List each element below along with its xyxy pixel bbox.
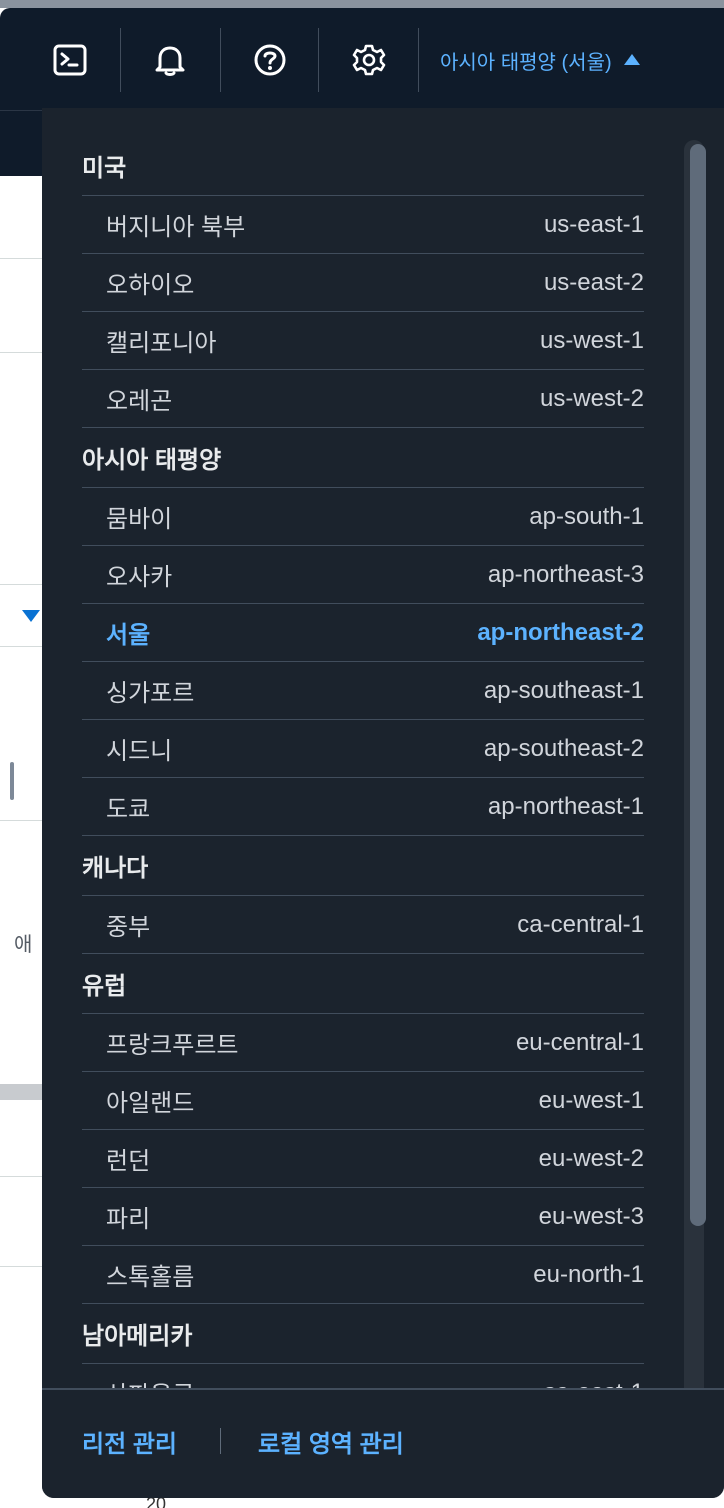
- region-dropdown-menu: 미국버지니아 북부 us-east-1 오하이오 us-east-2 캘리포니아 us-w…: [42, 108, 724, 1498]
- region-group-header: 미국: [82, 136, 644, 196]
- window-top-strip: [0, 0, 724, 8]
- region-name: 서울: [106, 622, 151, 649]
- region-name: 오하이오: [106, 272, 195, 299]
- region-name: 파리: [106, 1206, 151, 1233]
- region-name: 중부: [106, 914, 151, 941]
- region-group-header: 아시아 태평양: [82, 428, 644, 488]
- region-option-eu-central-1[interactable]: 프랑크푸르트 eu-central-1: [82, 1014, 644, 1072]
- region-list: 미국버지니아 북부 us-east-1 오하이오 us-east-2 캘리포니아 us-w…: [82, 136, 644, 1422]
- region-code: eu-central-1: [515, 1028, 644, 1056]
- region-option-ap-southeast-2[interactable]: 시드니 ap-southeast-2: [82, 720, 644, 778]
- region-option-eu-north-1[interactable]: 스톡홀름 eu-north-1: [82, 1246, 644, 1304]
- region-code: eu-north-1: [533, 1260, 644, 1288]
- region-option-us-east-2[interactable]: 오하이오 us-east-2: [82, 254, 644, 312]
- region-name: 싱가포르: [106, 680, 195, 707]
- region-code: us-east-2: [543, 268, 644, 296]
- region-group-header: 캐나다: [82, 836, 644, 896]
- region-option-ap-south-1[interactable]: 뭄바이 ap-south-1: [82, 488, 644, 546]
- region-name: 오레곤: [106, 388, 173, 415]
- region-option-ca-central-1[interactable]: 중부 ca-central-1: [82, 896, 644, 954]
- background-input-edge: [10, 762, 14, 800]
- cloudshell-button[interactable]: [42, 28, 98, 92]
- region-option-us-east-1[interactable]: 버지니아 북부 us-east-1: [82, 196, 644, 254]
- settings-button[interactable]: [341, 28, 397, 92]
- region-menu-footer: 리전 관리 로컬 영역 관리: [42, 1388, 724, 1498]
- region-name: 오사카: [106, 564, 173, 591]
- toolbar-divider: [418, 28, 419, 92]
- region-code: us-east-1: [543, 210, 644, 238]
- region-name: 뭄바이: [106, 506, 173, 533]
- region-option-ap-northeast-1[interactable]: 도쿄 ap-northeast-1: [82, 778, 644, 836]
- region-option-ap-southeast-1[interactable]: 싱가포르 ap-southeast-1: [82, 662, 644, 720]
- region-name: 캘리포니아: [106, 330, 217, 357]
- region-code: eu-west-2: [538, 1144, 644, 1172]
- manage-local-zones-link[interactable]: 로컬 영역 관리: [258, 1424, 404, 1459]
- bell-icon: [155, 46, 185, 76]
- caret-down-icon[interactable]: [22, 610, 40, 622]
- region-code: us-west-2: [539, 384, 644, 412]
- region-group-header: 유럽: [82, 954, 644, 1014]
- region-option-eu-west-3[interactable]: 파리 eu-west-3: [82, 1188, 644, 1246]
- toolbar-divider: [318, 28, 319, 92]
- background-text: 애: [14, 934, 33, 956]
- region-option-us-west-2[interactable]: 오레곤 us-west-2: [82, 370, 644, 428]
- footer-divider: [220, 1428, 221, 1454]
- region-name: 아일랜드: [106, 1090, 195, 1117]
- region-selector-button[interactable]: 아시아 태평양 (서울): [440, 28, 640, 92]
- toolbar-divider: [220, 28, 221, 92]
- region-code: ap-southeast-1: [483, 676, 644, 704]
- region-code: eu-west-3: [538, 1202, 644, 1230]
- caret-up-icon: [623, 53, 640, 65]
- region-option-us-west-1[interactable]: 캘리포니아 us-west-1: [82, 312, 644, 370]
- region-name: 시드니: [106, 738, 173, 765]
- help-button[interactable]: [242, 28, 298, 92]
- region-option-eu-west-2[interactable]: 런던 eu-west-2: [82, 1130, 644, 1188]
- region-code: us-west-1: [539, 326, 644, 354]
- region-code: ap-northeast-1: [487, 792, 644, 820]
- cloudshell-icon: [53, 44, 87, 76]
- region-group-header: 남아메리카: [82, 1304, 644, 1364]
- region-code: eu-west-1: [538, 1086, 644, 1114]
- region-name: 버지니아 북부: [106, 214, 246, 241]
- region-code: ap-southeast-2: [483, 734, 644, 762]
- region-name: 프랑크푸르트: [106, 1032, 239, 1059]
- manage-regions-link[interactable]: 리전 관리: [82, 1424, 177, 1459]
- toolbar-divider: [120, 28, 121, 92]
- region-code: ap-northeast-3: [487, 560, 644, 588]
- region-name: 런던: [106, 1148, 151, 1175]
- region-name: 스톡홀름: [106, 1264, 195, 1291]
- region-option-ap-northeast-3[interactable]: 오사카 ap-northeast-3: [82, 546, 644, 604]
- region-code: ap-south-1: [529, 502, 644, 530]
- help-icon: [254, 44, 286, 76]
- region-option-eu-west-1[interactable]: 아일랜드 eu-west-1: [82, 1072, 644, 1130]
- region-option-ap-northeast-2[interactable]: 서울 ap-northeast-2: [82, 604, 644, 662]
- notifications-button[interactable]: [142, 28, 198, 92]
- gear-icon: [352, 44, 386, 76]
- region-code: ap-northeast-2: [477, 618, 644, 646]
- region-selector-label: 아시아 태평양 (서울): [440, 51, 612, 74]
- region-name: 도쿄: [106, 796, 151, 823]
- region-code: ca-central-1: [517, 910, 644, 938]
- scrollbar-thumb[interactable]: [690, 144, 706, 1226]
